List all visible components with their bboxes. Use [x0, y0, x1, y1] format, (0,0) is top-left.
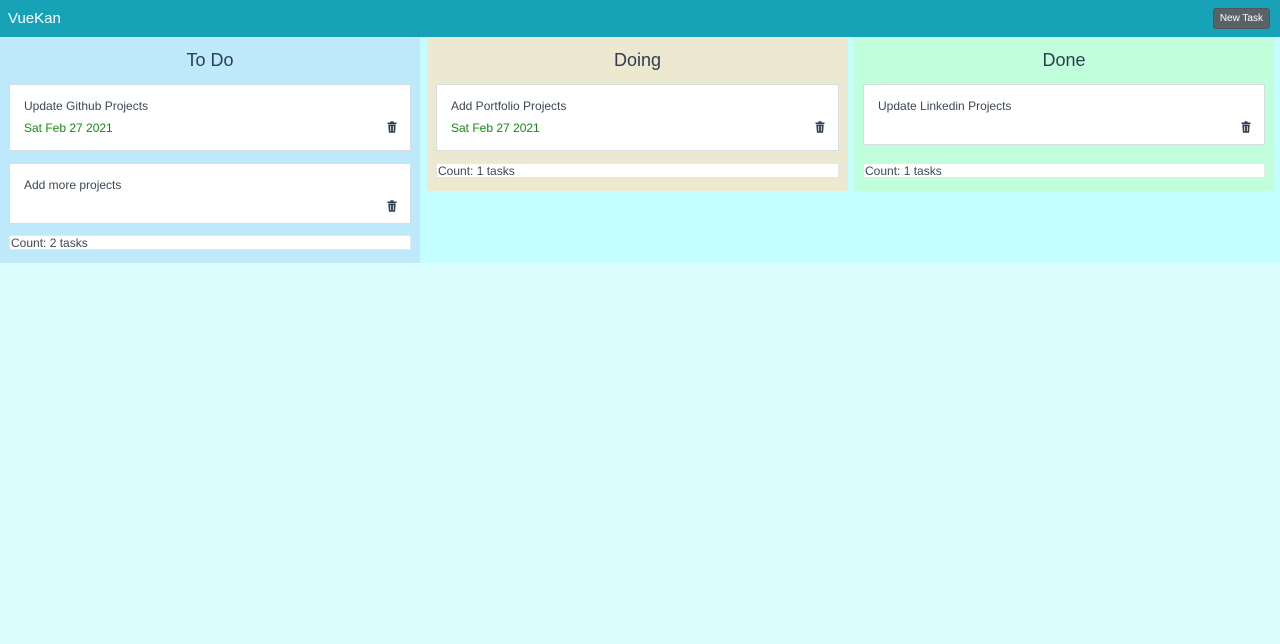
task-date: Sat Feb 27 2021	[451, 121, 540, 135]
task-card[interactable]: Add Portfolio Projects Sat Feb 27 2021	[436, 84, 839, 151]
brand-title[interactable]: VueKan	[8, 10, 61, 27]
new-task-button[interactable]: New Task	[1212, 8, 1270, 29]
column-doing: Doing Add Portfolio Projects Sat Feb 27 …	[427, 37, 848, 191]
column-done: Done Update Linkedin Projects Count: 1 t…	[854, 37, 1274, 191]
task-date: Sat Feb 27 2021	[24, 121, 113, 135]
column-title: Done	[1042, 50, 1086, 70]
navbar: VueKan New Task	[0, 0, 1280, 37]
column-title: To Do	[186, 50, 234, 70]
trash-icon[interactable]	[387, 120, 397, 133]
column-title: Doing	[613, 50, 662, 70]
task-card[interactable]: Add more projects	[9, 163, 411, 224]
task-title: Add Portfolio Projects	[451, 99, 567, 113]
task-title: Update Linkedin Projects	[878, 99, 1012, 113]
trash-icon[interactable]	[1241, 120, 1251, 133]
task-count: Count: 1 tasks	[863, 163, 1265, 178]
trash-icon[interactable]	[815, 120, 825, 133]
task-title: Add more projects	[24, 178, 122, 192]
trash-icon[interactable]	[387, 199, 397, 212]
column-todo: To Do Update Github Projects Sat Feb 27 …	[0, 37, 420, 263]
task-card[interactable]: Update Linkedin Projects	[863, 84, 1265, 145]
task-count: Count: 1 tasks	[436, 163, 839, 178]
task-card[interactable]: Update Github Projects Sat Feb 27 2021	[9, 84, 411, 151]
task-count: Count: 2 tasks	[9, 235, 411, 250]
task-title: Update Github Projects	[24, 99, 149, 113]
